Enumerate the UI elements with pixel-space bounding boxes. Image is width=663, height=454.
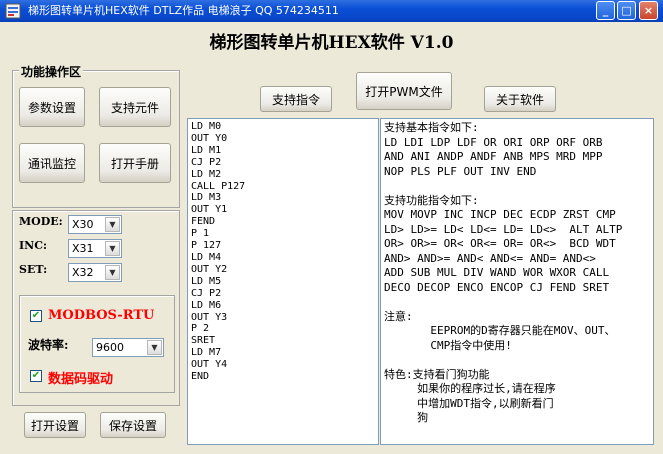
program-text[interactable]: LD M0 OUT Y0 LD M1 CJ P2 LD M2 CALL P127…	[188, 119, 378, 385]
main-window: 梯形图转单片机HEX软件 DTLZ作品 电梯浪子 QQ 574234511 _ …	[0, 0, 663, 454]
baud-select[interactable]: 9600 ▼	[92, 338, 164, 357]
param-settings-button[interactable]: 参数设置	[19, 87, 85, 127]
open-pwm-file-button[interactable]: 打开PWM文件	[356, 72, 452, 110]
mode-label: MODE:	[19, 215, 63, 228]
instruction-info-panel[interactable]: 支持基本指令如下: LD LDI LDP LDF OR ORI ORP ORF …	[380, 118, 654, 445]
chevron-down-icon[interactable]: ▼	[105, 217, 120, 232]
set-label: SET:	[19, 263, 48, 276]
chevron-down-icon[interactable]: ▼	[147, 340, 162, 355]
app-icon	[5, 3, 21, 19]
comm-monitor-button[interactable]: 通讯监控	[19, 143, 85, 183]
modbus-checkbox[interactable]: ✔	[30, 310, 42, 322]
app-title: 梯形图转单片机HEX软件 V1.0	[209, 33, 454, 53]
open-settings-button[interactable]: 打开设置	[24, 412, 86, 438]
supported-elements-button[interactable]: 支持元件	[99, 87, 171, 127]
inc-label: INC:	[19, 239, 48, 252]
mode-value: X30	[72, 218, 94, 231]
open-manual-button[interactable]: 打开手册	[99, 143, 171, 183]
driver-label: 数据码驱动	[48, 372, 114, 387]
set-select[interactable]: X32 ▼	[68, 263, 122, 282]
function-group: 功能操作区 参数设置 支持元件 通讯监控 打开手册	[12, 63, 180, 208]
close-button[interactable]: ×	[639, 1, 658, 20]
inc-select[interactable]: X31 ▼	[68, 239, 122, 258]
baud-value: 9600	[96, 341, 124, 354]
instruction-info-text: 支持基本指令如下: LD LDI LDP LDF OR ORI ORP ORF …	[384, 121, 623, 424]
baud-label: 波特率:	[28, 338, 69, 352]
chevron-down-icon[interactable]: ▼	[105, 265, 120, 280]
window-title: 梯形图转单片机HEX软件 DTLZ作品 电梯浪子 QQ 574234511	[28, 4, 339, 17]
chevron-down-icon[interactable]: ▼	[105, 241, 120, 256]
client-area: 梯形图转单片机HEX软件 V1.0 功能操作区 参数设置 支持元件 通讯监控 打…	[0, 22, 663, 454]
parameter-group: MODE: X30 ▼ INC: X31 ▼ SET: X32 ▼ ✔ MODB…	[12, 210, 180, 406]
about-button[interactable]: 关于软件	[484, 86, 556, 112]
save-settings-button[interactable]: 保存设置	[100, 412, 166, 438]
set-value: X32	[72, 266, 94, 279]
supported-instructions-button[interactable]: 支持指令	[260, 86, 332, 112]
function-group-label: 功能操作区	[19, 63, 84, 80]
driver-checkbox[interactable]: ✔	[30, 370, 42, 382]
mode-select[interactable]: X30 ▼	[68, 215, 122, 234]
minimize-button[interactable]: _	[596, 1, 615, 20]
title-bar[interactable]: 梯形图转单片机HEX软件 DTLZ作品 电梯浪子 QQ 574234511 _ …	[0, 0, 663, 22]
program-editor[interactable]: LD M0 OUT Y0 LD M1 CJ P2 LD M2 CALL P127…	[187, 118, 379, 445]
modbus-label: MODBOS-RTU	[48, 308, 155, 323]
maximize-button[interactable]: □	[617, 1, 636, 20]
inc-value: X31	[72, 242, 94, 255]
modbus-group: ✔ MODBOS-RTU 波特率: 9600 ▼ ✔ 数据码驱动	[19, 295, 175, 393]
